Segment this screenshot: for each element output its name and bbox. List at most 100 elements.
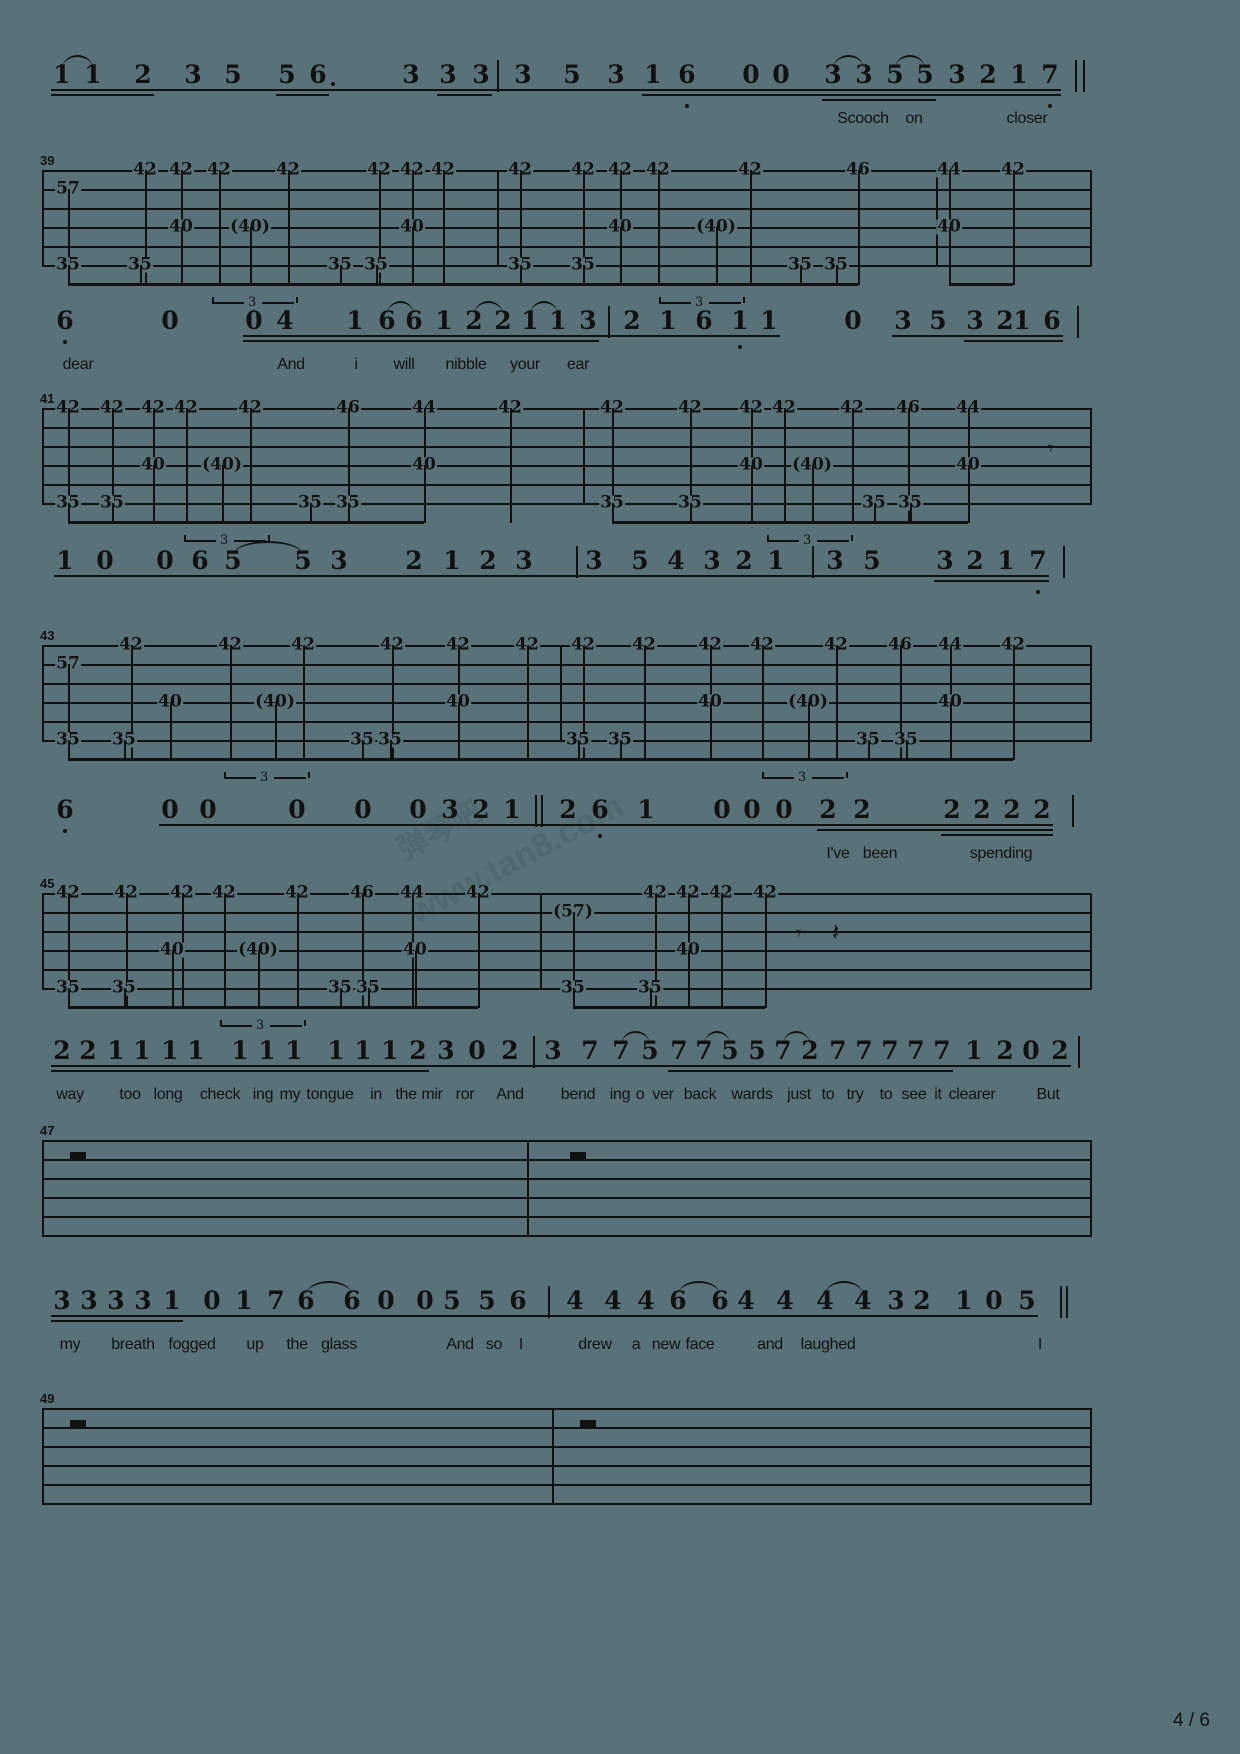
beam-underline bbox=[51, 89, 1061, 91]
beam-underline bbox=[941, 834, 1053, 836]
tab-string-line bbox=[42, 969, 1090, 971]
melody-note: 7 bbox=[581, 1036, 599, 1065]
note-stem bbox=[750, 170, 752, 285]
tab-string-line bbox=[42, 1446, 1090, 1448]
lyric-syllable: long bbox=[153, 1086, 183, 1103]
note-stem bbox=[1013, 645, 1015, 760]
melody-note: 7 bbox=[1029, 546, 1047, 575]
tab-system-47: 47 bbox=[40, 1123, 1092, 1245]
whole-rest bbox=[70, 1152, 86, 1159]
tuplet-line bbox=[224, 777, 256, 779]
tab-string-line bbox=[42, 1484, 1090, 1486]
melody-note: 2 bbox=[134, 60, 152, 89]
tuplet-line bbox=[184, 540, 216, 542]
note-stem bbox=[510, 408, 512, 523]
tab-string-line bbox=[42, 683, 1090, 685]
octave-dot bbox=[685, 104, 689, 108]
melody-note: 1 bbox=[443, 546, 461, 575]
note-stem bbox=[858, 170, 860, 285]
lyric-syllable: ror bbox=[455, 1086, 475, 1103]
tab-string-line bbox=[42, 427, 1090, 429]
beam-bar bbox=[297, 1006, 340, 1009]
tab-system-39: 394242424242424242424242424644425740(40)… bbox=[40, 153, 1092, 310]
beam-underline bbox=[822, 99, 936, 101]
note-stem bbox=[219, 170, 221, 285]
lyric-syllable: And bbox=[496, 1086, 524, 1103]
tab-system-45: 45424242424246444242424242(57)40(40)4040… bbox=[40, 876, 1092, 1033]
melody-note: 2 bbox=[996, 1036, 1014, 1065]
melody-note: 3 bbox=[703, 546, 721, 575]
tab-system-41: 4142424242424644424242424242464440(40)40… bbox=[40, 391, 1092, 548]
note-stem bbox=[1013, 170, 1015, 285]
melody-note: 0 bbox=[354, 795, 372, 824]
melody-note: 1 bbox=[955, 1286, 973, 1315]
lyric-syllable: clearer bbox=[948, 1086, 996, 1103]
melody-note: 3 bbox=[53, 1286, 71, 1315]
melody-note: 0 bbox=[1022, 1036, 1040, 1065]
beam-bar bbox=[392, 758, 458, 761]
lyric-syllable: ing bbox=[252, 1086, 274, 1103]
note-stem bbox=[906, 740, 908, 760]
melody-note: 2 bbox=[1003, 795, 1021, 824]
melody-note: 3 bbox=[402, 60, 420, 89]
slur-arc bbox=[825, 1281, 863, 1295]
beam-bar bbox=[124, 758, 131, 761]
lyric-syllable: in bbox=[370, 1086, 382, 1103]
barline bbox=[497, 60, 499, 92]
melody-note: 0 bbox=[985, 1286, 1003, 1315]
tuplet-line bbox=[812, 777, 844, 779]
note-stem bbox=[573, 988, 575, 1008]
barline bbox=[535, 795, 537, 827]
tab-string-line bbox=[42, 702, 1090, 704]
tab-string-line bbox=[42, 1197, 1090, 1199]
note-stem bbox=[527, 645, 529, 760]
beam-underline bbox=[243, 335, 780, 337]
tab-barline bbox=[42, 170, 44, 267]
melody-note: 0 bbox=[96, 546, 114, 575]
beam-bar bbox=[836, 283, 858, 286]
lyric-syllable: spending bbox=[969, 845, 1033, 862]
beam-bar bbox=[288, 283, 340, 286]
lyric-syllable: bend bbox=[560, 1086, 596, 1103]
beam-underline bbox=[964, 340, 1063, 342]
beam-bar bbox=[68, 1006, 124, 1009]
note-stem bbox=[340, 265, 342, 285]
beam-bar bbox=[170, 758, 230, 761]
beam-bar bbox=[612, 521, 690, 524]
melody-note: 3 bbox=[80, 1286, 98, 1315]
tuplet-number: 3 bbox=[803, 533, 812, 548]
note-stem bbox=[836, 265, 838, 285]
melody-note: 3 bbox=[894, 306, 912, 335]
lyric-syllable: nibble bbox=[445, 356, 487, 373]
note-stem bbox=[950, 702, 952, 760]
melody-row-1: 1 1 2 3 5 5 6 3 3 3 3 5 3 1 6 0 0 3 3 5 5 3 2 1 7 Scooch on closer bbox=[0, 55, 1240, 148]
lyric-syllable: And bbox=[277, 356, 305, 373]
melody-note: 7 bbox=[855, 1036, 873, 1065]
melody-note: 1 bbox=[163, 1286, 181, 1315]
beam-bar bbox=[443, 283, 520, 286]
melody-note: 0 bbox=[161, 306, 179, 335]
measure-number: 47 bbox=[40, 1123, 55, 1138]
beam-underline bbox=[437, 94, 492, 96]
beam-bar bbox=[620, 758, 644, 761]
lyric-syllable: o bbox=[635, 1086, 645, 1103]
melody-note: 2 bbox=[501, 1036, 519, 1065]
tab-barline bbox=[552, 1408, 554, 1505]
melody-note: 0 bbox=[772, 60, 790, 89]
tab-system-43: 4342424242424242424242424644425740(40)40… bbox=[40, 628, 1092, 785]
note-stem bbox=[153, 465, 155, 523]
barline bbox=[548, 1286, 550, 1318]
melody-note: 3 bbox=[330, 546, 348, 575]
tab-string-line bbox=[42, 1159, 1090, 1161]
tab-barline bbox=[42, 893, 44, 990]
lyric-syllable: on bbox=[905, 110, 923, 127]
tab-string-line bbox=[42, 1427, 1090, 1429]
tab-barline bbox=[1090, 1408, 1092, 1505]
beam-bar bbox=[340, 283, 376, 286]
tab-string-line bbox=[42, 246, 1090, 248]
note-stem bbox=[784, 408, 786, 523]
note-stem bbox=[303, 645, 305, 760]
melody-note: 5 bbox=[631, 546, 649, 575]
melody-note: 6 bbox=[191, 546, 209, 575]
lyric-syllable: glass bbox=[321, 1336, 357, 1353]
